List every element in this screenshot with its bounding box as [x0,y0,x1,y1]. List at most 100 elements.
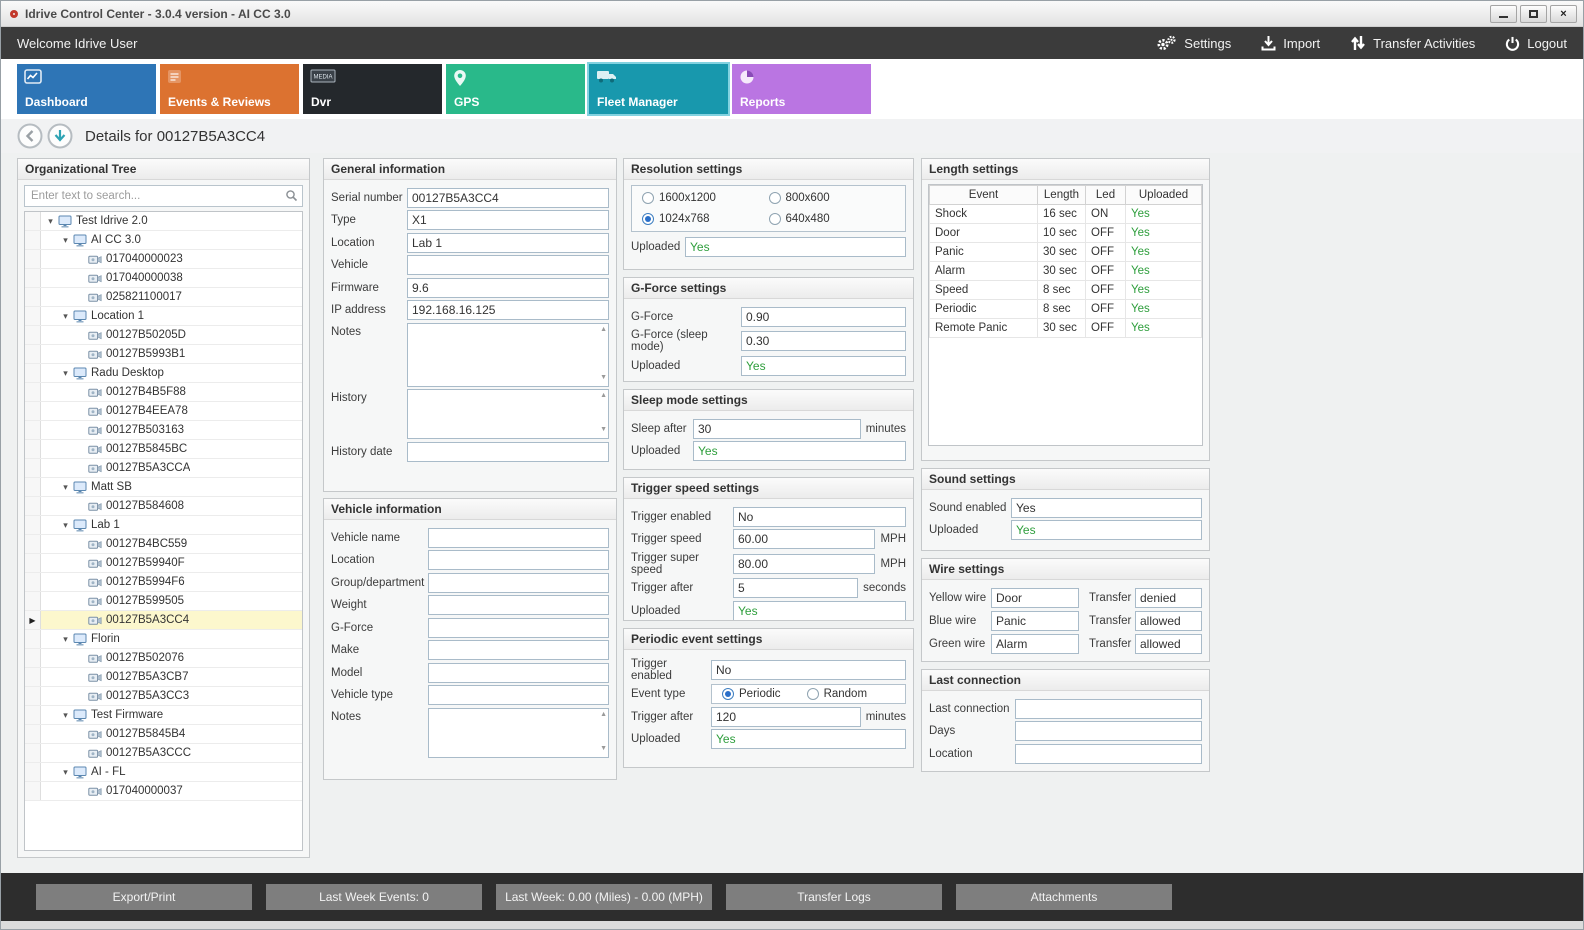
firmware-input[interactable] [407,278,609,298]
tree-device-00127b502076[interactable]: 00127B502076 [25,649,302,668]
tree-device-00127b5a3cca[interactable]: 00127B5A3CCA [25,459,302,478]
scroll-up-icon[interactable]: ▲ [600,326,607,334]
tree-device-00127b584608[interactable]: 00127B584608 [25,497,302,516]
tab-reports[interactable]: Reports [732,64,871,114]
back-button[interactable] [17,123,43,149]
last_connection-input[interactable] [1015,699,1202,719]
close-button[interactable]: × [1550,5,1577,23]
trigger_enabled-input[interactable] [711,660,906,680]
blue-wire-input[interactable] [991,611,1079,631]
yellow-transfer-input[interactable] [1135,588,1202,608]
expander-icon[interactable]: ▾ [59,520,72,531]
minimize-button[interactable] [1490,5,1517,23]
tree-group-florin[interactable]: ▾Florin [25,630,302,649]
tree-device-017040000023[interactable]: 017040000023 [25,250,302,269]
serial_number-input[interactable] [407,188,609,208]
tree-group-test-firmware[interactable]: ▾Test Firmware [25,706,302,725]
green-wire-input[interactable] [991,634,1079,654]
tree-group-matt-sb[interactable]: ▾Matt SB [25,478,302,497]
tree-device-00127b5994f6[interactable]: 00127B5994F6 [25,573,302,592]
tree-device-00127b5993b1[interactable]: 00127B5993B1 [25,345,302,364]
model-input[interactable] [428,663,609,683]
tree-device-00127b5845b4[interactable]: 00127B5845B4 [25,725,302,744]
tree-device-00127b599505[interactable]: 00127B599505 [25,592,302,611]
trigger_after-input[interactable] [733,578,858,598]
yellow-wire-input[interactable] [991,588,1079,608]
tree-device-017040000037[interactable]: 017040000037 [25,782,302,801]
magnifier-icon[interactable] [285,189,298,202]
location-input[interactable] [407,233,609,253]
scroll-up-icon[interactable]: ▲ [600,711,607,719]
tree-device-00127b4bc559[interactable]: 00127B4BC559 [25,535,302,554]
scroll-down-icon[interactable]: ▼ [600,426,607,434]
radio-1024x768[interactable]: 1024x768 [642,213,769,225]
uploaded-input[interactable] [1011,520,1202,540]
tree-group-ai---fl[interactable]: ▾AI - FL [25,763,302,782]
radio-1600x1200[interactable]: 1600x1200 [642,192,769,204]
length-row[interactable]: Shock16 secONYes [930,205,1202,224]
last-week-events-0-button[interactable]: Last Week Events: 0 [266,884,482,910]
transfer-activities-button[interactable]: Transfer Activities [1350,35,1475,51]
tree-device-00127b503163[interactable]: 00127B503163 [25,421,302,440]
tree-group-ai-cc-3.0[interactable]: ▾AI CC 3.0 [25,231,302,250]
tree-device-00127b5845bc[interactable]: 00127B5845BC [25,440,302,459]
trigger_speed-input[interactable] [733,529,875,549]
length-row[interactable]: Speed8 secOFFYes [930,281,1202,300]
gforce-input[interactable] [741,307,906,327]
scroll-down-button[interactable] [47,123,73,149]
notes-textarea[interactable] [407,323,609,387]
tab-dvr[interactable]: MEDIADvr [303,64,442,114]
length-row[interactable]: Panic30 secOFFYes [930,243,1202,262]
expander-icon[interactable]: ▾ [59,482,72,493]
tab-gps[interactable]: GPS [446,64,585,114]
type-input[interactable] [407,210,609,230]
group_department-input[interactable] [428,573,609,593]
expander-icon[interactable]: ▾ [59,235,72,246]
sleep_after-input[interactable] [693,419,861,439]
length-row[interactable]: Alarm30 secOFFYes [930,262,1202,281]
uploaded-input[interactable] [711,729,906,749]
maximize-button[interactable] [1520,5,1547,23]
tree-device-00127b50205d[interactable]: 00127B50205D [25,326,302,345]
tree-device-00127b5a3cc4[interactable]: ▶00127B5A3CC4 [25,611,302,630]
trigger_enabled-input[interactable] [733,507,906,527]
length-row[interactable]: Periodic8 secOFFYes [930,300,1202,319]
tree-device-017040000038[interactable]: 017040000038 [25,269,302,288]
blue-transfer-input[interactable] [1135,611,1202,631]
settings-button[interactable]: Settings [1155,35,1231,52]
vehicle-input[interactable] [407,255,609,275]
tree-device-00127b5a3cb7[interactable]: 00127B5A3CB7 [25,668,302,687]
uploaded-input[interactable] [685,237,906,257]
tab-events-reviews[interactable]: Events & Reviews [160,64,299,114]
tree-device-00127b4eea78[interactable]: 00127B4EEA78 [25,402,302,421]
tree-device-00127b4b5f88[interactable]: 00127B4B5F88 [25,383,302,402]
scroll-down-icon[interactable]: ▼ [600,374,607,382]
history-textarea[interactable] [407,389,609,439]
scroll-up-icon[interactable]: ▲ [600,392,607,400]
expander-icon[interactable]: ▾ [59,634,72,645]
length-row[interactable]: Door10 secOFFYes [930,224,1202,243]
tree-group-location-1[interactable]: ▾Location 1 [25,307,302,326]
last-week-0-00-miles-0-00-mph-button[interactable]: Last Week: 0.00 (Miles) - 0.00 (MPH) [496,884,712,910]
tab-dashboard[interactable]: Dashboard [17,64,156,114]
make-input[interactable] [428,640,609,660]
radio-periodic[interactable]: Periodic [722,688,781,700]
scroll-down-icon[interactable]: ▼ [600,745,607,753]
expander-icon[interactable]: ▾ [59,767,72,778]
history_date-input[interactable] [407,442,609,462]
trigger_after-input[interactable] [711,707,861,727]
vehicle_name-input[interactable] [428,528,609,548]
tree-group-test-idrive-2.0[interactable]: ▾Test Idrive 2.0 [25,212,302,231]
days-input[interactable] [1015,721,1202,741]
transfer-logs-button[interactable]: Transfer Logs [726,884,942,910]
tab-fleet-manager[interactable]: Fleet Manager [589,64,728,114]
attachments-button[interactable]: Attachments [956,884,1172,910]
tree-device-00127b59940f[interactable]: 00127B59940F [25,554,302,573]
sound_enabled-input[interactable] [1011,498,1202,518]
expander-icon[interactable]: ▾ [59,710,72,721]
vehicle_type-input[interactable] [428,685,609,705]
logout-button[interactable]: Logout [1505,36,1567,51]
weight-input[interactable] [428,595,609,615]
expander-icon[interactable]: ▾ [44,216,57,227]
uploaded-input[interactable] [693,441,906,461]
